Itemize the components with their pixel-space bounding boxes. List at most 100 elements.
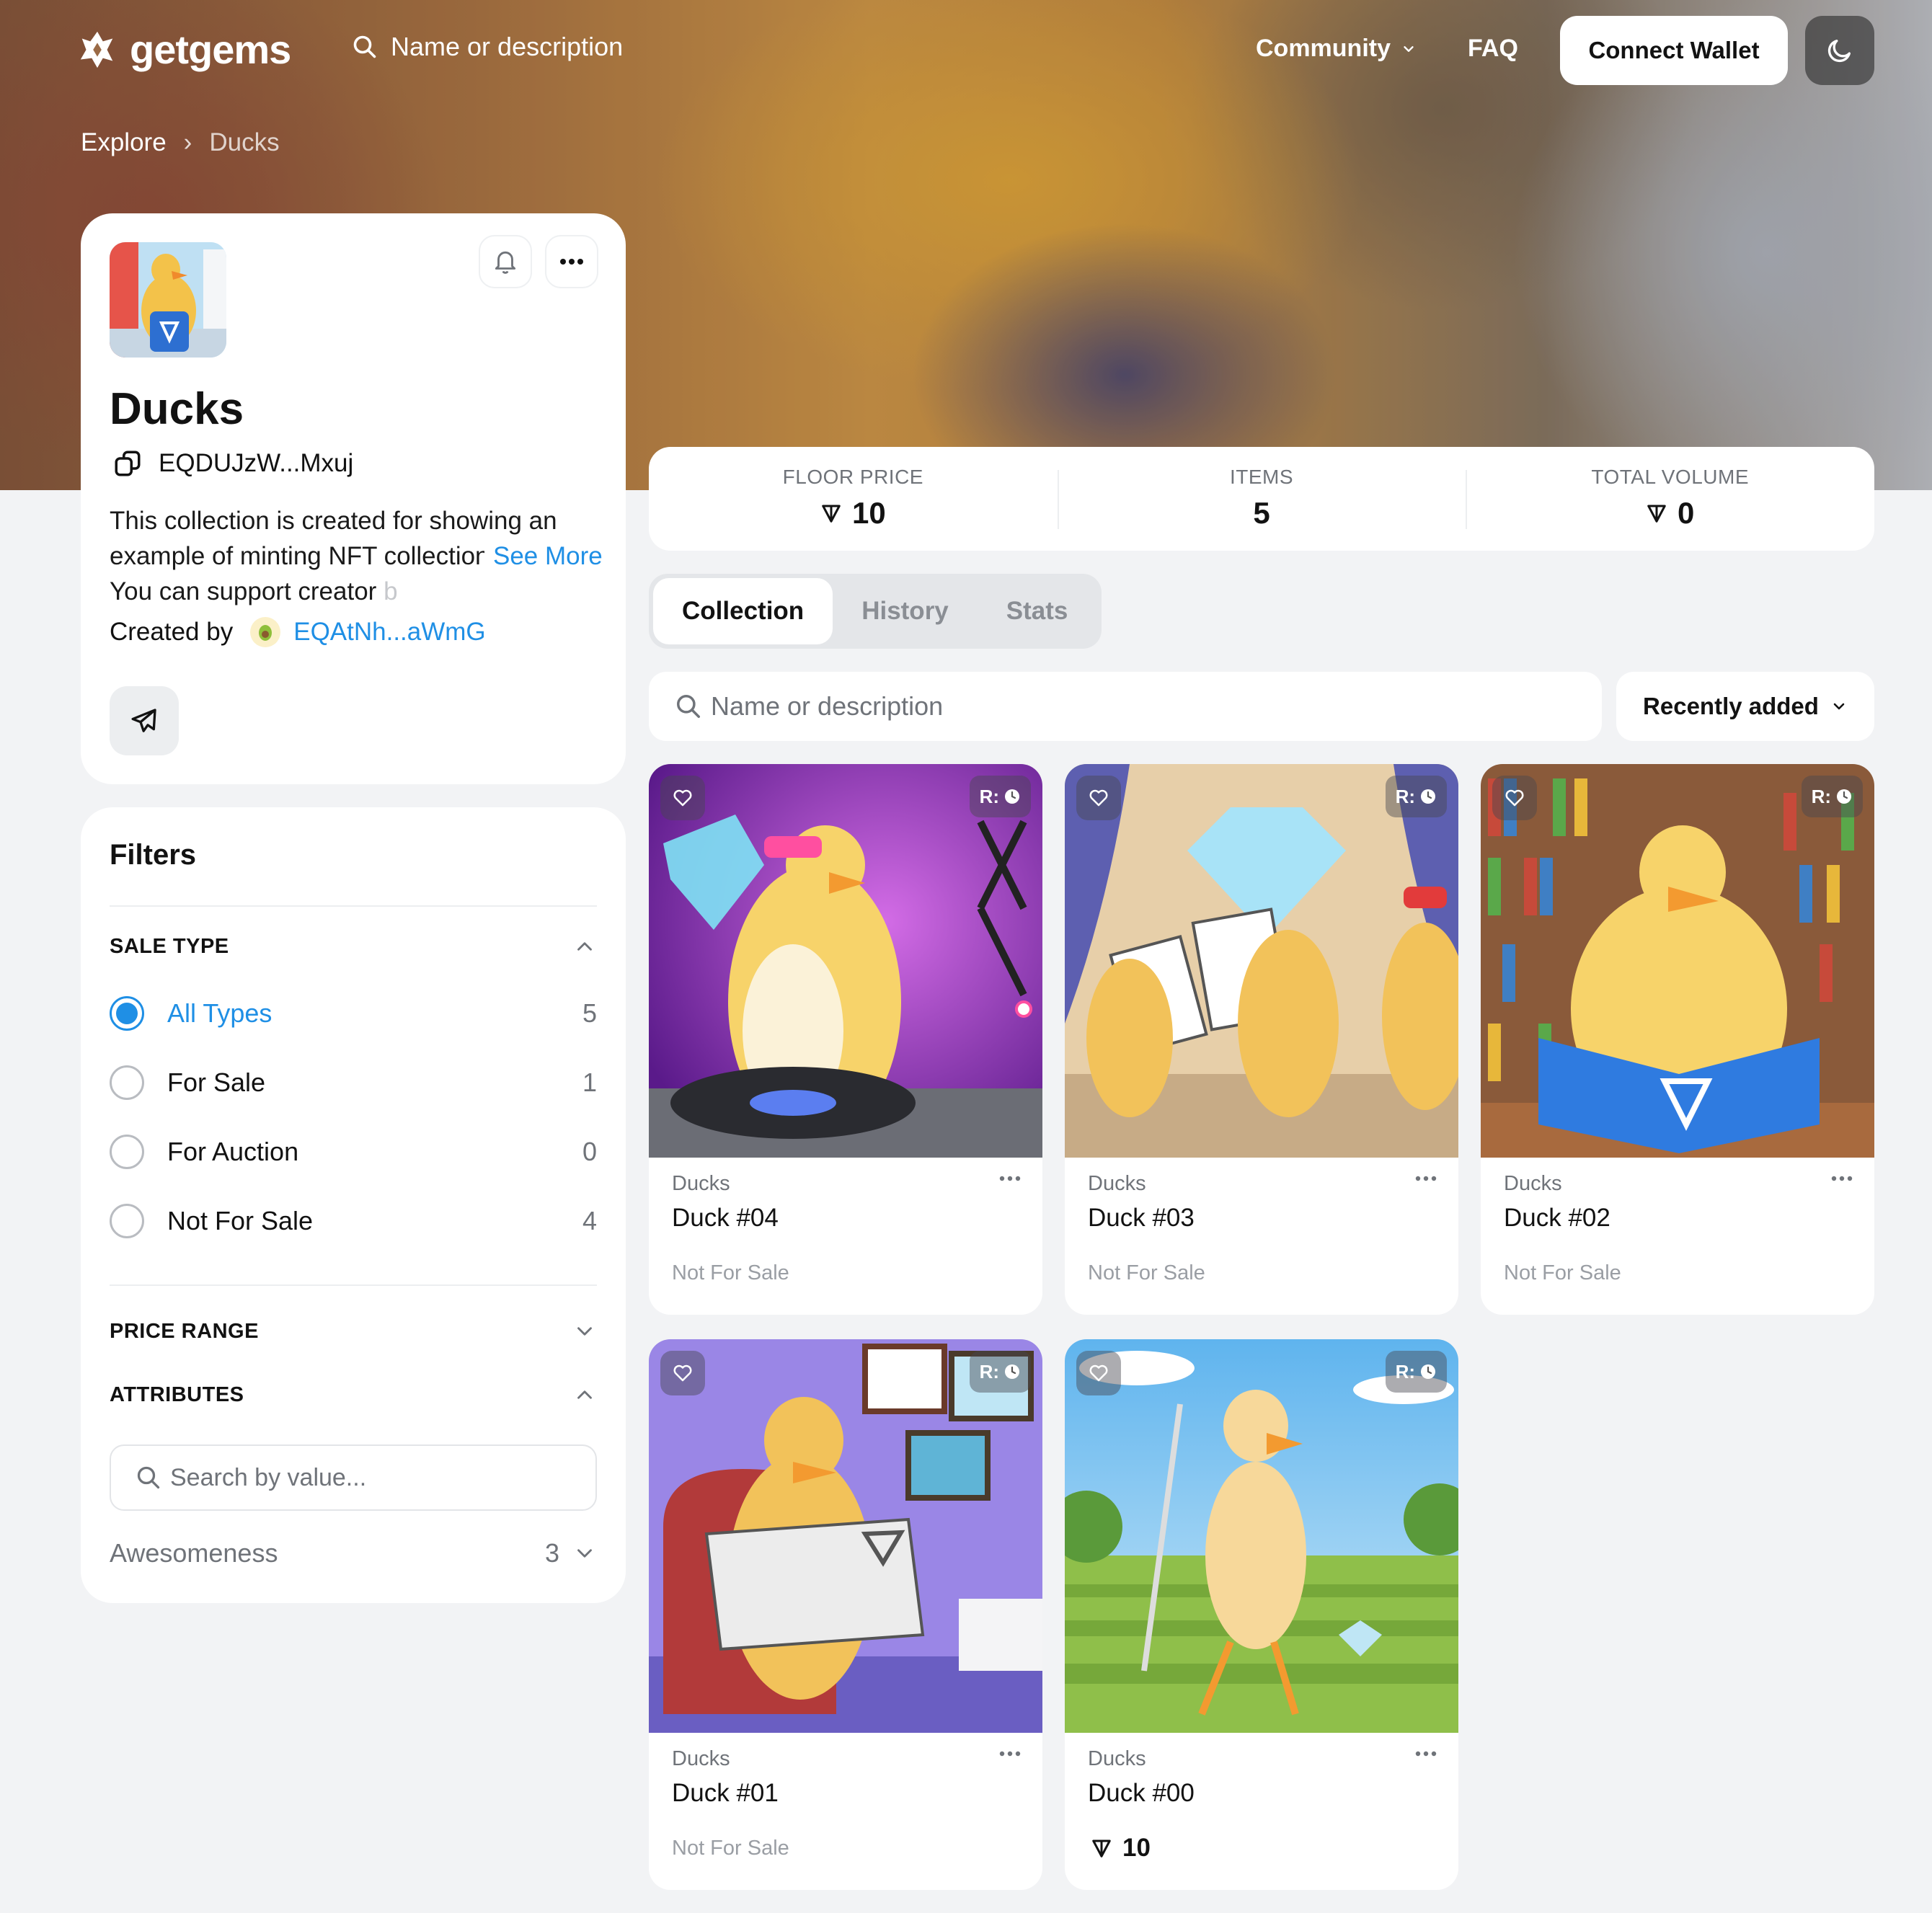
price-range-header[interactable]: PRICE RANGE bbox=[110, 1319, 597, 1344]
nft-card[interactable]: R: Ducks Duck #00 10 bbox=[1065, 1339, 1458, 1890]
attribute-awesomeness[interactable]: Awesomeness 3 bbox=[110, 1538, 597, 1568]
sale-type-header[interactable]: SALE TYPE bbox=[110, 934, 597, 959]
rarity-label: R: bbox=[1395, 785, 1415, 807]
telegram-button[interactable] bbox=[110, 686, 179, 755]
nft-image[interactable] bbox=[649, 764, 1042, 1158]
collection-address[interactable]: EQDUJzW...Mxuj bbox=[112, 448, 353, 479]
nft-image[interactable] bbox=[649, 1339, 1042, 1733]
nft-name: Duck #00 bbox=[1088, 1779, 1195, 1807]
favorite-button[interactable] bbox=[660, 776, 705, 820]
nft-card[interactable]: R: Ducks Duck #01 Not For Sale bbox=[649, 1339, 1042, 1890]
collection-stats: FLOOR PRICE 10 ITEMS 5 TOTAL VOLUME 0 bbox=[649, 447, 1874, 551]
clock-icon bbox=[1005, 789, 1019, 804]
nft-image[interactable] bbox=[1065, 1339, 1458, 1733]
filters-panel: Filters SALE TYPE All Types 5 For Sale 1… bbox=[81, 807, 626, 1603]
filter-all-types[interactable]: All Types 5 bbox=[110, 996, 597, 1031]
heart-icon bbox=[1089, 789, 1108, 807]
tab-history[interactable]: History bbox=[833, 578, 978, 644]
copy-icon bbox=[115, 450, 141, 476]
items-search-input[interactable]: Name or description bbox=[649, 672, 1602, 741]
nft-image[interactable] bbox=[1481, 764, 1874, 1158]
rarity-label: R: bbox=[1395, 1360, 1415, 1382]
subscribe-button[interactable] bbox=[479, 235, 532, 288]
tab-collection[interactable]: Collection bbox=[653, 578, 833, 644]
nft-name: Duck #04 bbox=[672, 1204, 779, 1232]
see-more-link[interactable]: See More bbox=[484, 538, 603, 574]
option-label: Not For Sale bbox=[167, 1206, 314, 1235]
search-icon bbox=[677, 695, 700, 718]
rarity-badge: R: bbox=[1385, 776, 1447, 817]
address-text: EQDUJzW...Mxuj bbox=[159, 449, 354, 477]
clock-icon bbox=[1421, 1364, 1435, 1379]
nft-more-button[interactable] bbox=[999, 1172, 1021, 1185]
heart-icon bbox=[1505, 789, 1524, 807]
favorite-button[interactable] bbox=[1492, 776, 1537, 820]
nft-name: Duck #02 bbox=[1504, 1204, 1610, 1232]
nft-image[interactable] bbox=[1065, 764, 1458, 1158]
nft-status: Not For Sale bbox=[1504, 1261, 1621, 1284]
theme-toggle[interactable] bbox=[1805, 16, 1874, 85]
stat-items: ITEMS 5 bbox=[1057, 447, 1466, 551]
nft-more-button[interactable] bbox=[1415, 1172, 1437, 1185]
collection-tabs: Collection History Stats bbox=[649, 574, 1102, 649]
attribute-search-input[interactable]: Search by value... bbox=[110, 1444, 597, 1511]
collection-info-card: Ducks EQDUJzW...Mxuj This collection is … bbox=[81, 213, 626, 784]
option-count: 0 bbox=[582, 1137, 597, 1166]
nft-name: Duck #01 bbox=[672, 1779, 779, 1807]
rarity-label: R: bbox=[1811, 785, 1831, 807]
heart-icon bbox=[673, 789, 692, 807]
faq-link[interactable]: FAQ bbox=[1468, 35, 1518, 63]
community-menu[interactable]: Community bbox=[1256, 35, 1417, 63]
chevron-down-icon bbox=[577, 1327, 592, 1336]
nft-more-button[interactable] bbox=[999, 1747, 1021, 1760]
radio[interactable] bbox=[110, 1204, 144, 1238]
more-icon bbox=[560, 259, 583, 265]
chevron-up-icon bbox=[577, 1390, 592, 1399]
filter-for-sale[interactable]: For Sale 1 bbox=[110, 1065, 597, 1100]
description-fade: b bbox=[384, 577, 398, 605]
rarity-label: R: bbox=[979, 785, 999, 807]
filter-for-auction[interactable]: For Auction 0 bbox=[110, 1135, 597, 1169]
filters-title: Filters bbox=[110, 839, 197, 871]
favorite-button[interactable] bbox=[1076, 776, 1121, 820]
option-count: 1 bbox=[582, 1068, 597, 1097]
nft-more-button[interactable] bbox=[1831, 1172, 1853, 1185]
community-label: Community bbox=[1256, 35, 1391, 62]
option-label: For Auction bbox=[167, 1137, 299, 1166]
rarity-badge: R: bbox=[969, 1351, 1031, 1393]
logo[interactable]: getgems bbox=[76, 26, 291, 73]
nft-more-button[interactable] bbox=[1415, 1747, 1437, 1760]
nft-card[interactable]: R: Ducks Duck #03 Not For Sale bbox=[1065, 764, 1458, 1315]
breadcrumb-current: Ducks bbox=[209, 128, 280, 156]
tab-stats[interactable]: Stats bbox=[978, 578, 1097, 644]
radio[interactable] bbox=[110, 1135, 144, 1169]
nft-collection: Ducks bbox=[1088, 1172, 1146, 1195]
nft-collection: Ducks bbox=[672, 1747, 730, 1770]
favorite-button[interactable] bbox=[660, 1351, 705, 1395]
nft-card[interactable]: R: Ducks Duck #02 Not For Sale bbox=[1481, 764, 1874, 1315]
clock-icon bbox=[1421, 789, 1435, 804]
more-icon bbox=[1415, 1751, 1437, 1757]
breadcrumb-explore[interactable]: Explore bbox=[81, 128, 167, 157]
nav-search[interactable]: Name or description bbox=[352, 32, 623, 62]
nft-name: Duck #03 bbox=[1088, 1204, 1195, 1232]
favorite-button[interactable] bbox=[1076, 1351, 1121, 1395]
radio-selected[interactable] bbox=[110, 996, 144, 1031]
connect-wallet-button[interactable]: Connect Wallet bbox=[1560, 16, 1788, 85]
sort-dropdown[interactable]: Recently added bbox=[1616, 672, 1874, 741]
nft-card[interactable]: R: Ducks Duck #04 Not For Sale bbox=[649, 764, 1042, 1315]
items-search-placeholder: Name or description bbox=[711, 691, 944, 721]
rarity-badge: R: bbox=[1801, 776, 1863, 817]
sort-label: Recently added bbox=[1643, 693, 1819, 719]
attributes-header[interactable]: ATTRIBUTES bbox=[110, 1382, 597, 1407]
nft-price: 10 bbox=[1091, 1834, 1151, 1863]
more-options-button[interactable] bbox=[545, 235, 598, 288]
nft-collection: Ducks bbox=[1504, 1172, 1562, 1195]
filter-not-for-sale[interactable]: Not For Sale 4 bbox=[110, 1204, 597, 1238]
heart-icon bbox=[1089, 1364, 1108, 1382]
creator-link[interactable]: EQAtNh...aWmG bbox=[293, 618, 485, 647]
option-count: 4 bbox=[582, 1206, 597, 1235]
more-icon bbox=[999, 1176, 1021, 1181]
moon-icon bbox=[1827, 40, 1851, 63]
radio[interactable] bbox=[110, 1065, 144, 1100]
